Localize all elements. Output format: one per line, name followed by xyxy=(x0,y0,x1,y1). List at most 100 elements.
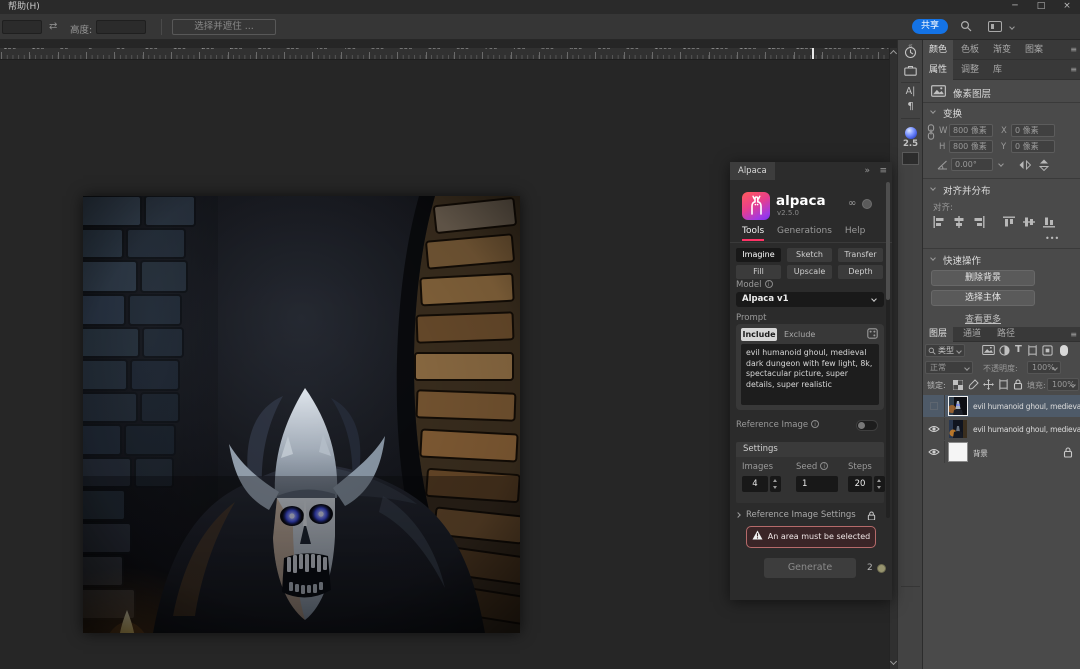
alpaca-plugin-icon[interactable]: 2.5 xyxy=(898,139,923,149)
layer-row-ghoul-1[interactable]: evil humanoid ghoul, medieval - 1 xyxy=(923,395,1080,417)
seed-input[interactable]: 1 xyxy=(796,476,838,492)
lock-position-icon[interactable] xyxy=(983,379,994,390)
filter-type-layers-icon[interactable]: T xyxy=(1015,344,1022,355)
include-tab[interactable]: Include xyxy=(741,328,777,341)
visibility-toggle[interactable] xyxy=(923,395,945,417)
tab-gradients[interactable]: 渐变 xyxy=(987,40,1017,60)
tab-swatches[interactable]: 色板 xyxy=(955,40,985,60)
tool-depth-button[interactable]: Depth xyxy=(838,265,883,279)
workspace-chevron-icon[interactable] xyxy=(1009,24,1015,30)
layer-filter-toggle[interactable] xyxy=(1060,345,1068,356)
account-avatar[interactable] xyxy=(862,199,872,209)
see-more-link[interactable]: 查看更多 xyxy=(931,312,1035,325)
transform-section-title[interactable]: 变换 xyxy=(943,106,962,120)
link-dimensions-icon[interactable] xyxy=(927,124,935,140)
workspace-icon[interactable] xyxy=(988,21,1002,32)
tool-fill-button[interactable]: Fill xyxy=(736,265,781,279)
lock-transparent-pixels-icon[interactable] xyxy=(953,380,963,390)
lock-artboard-icon[interactable] xyxy=(998,379,1009,390)
align-top-icon[interactable] xyxy=(1003,216,1015,228)
alpaca-scrollbar[interactable] xyxy=(886,182,890,518)
alpaca-panel-menu-icon[interactable]: ≡ xyxy=(879,166,887,176)
filter-shape-layers-icon[interactable] xyxy=(1027,345,1038,356)
images-count-input[interactable]: 4 xyxy=(742,476,768,492)
x-value-input[interactable]: 0 像素 xyxy=(1011,124,1055,137)
rotation-angle-input[interactable]: 0.00° xyxy=(951,158,993,171)
history-panel-icon[interactable] xyxy=(898,46,923,59)
tab-properties[interactable]: 属性 xyxy=(923,60,953,80)
lock-all-icon[interactable] xyxy=(1013,379,1023,390)
layer-row-ghoul-2[interactable]: evil humanoid ghoul, medieval - 1 xyxy=(923,418,1080,440)
generate-button[interactable]: Generate xyxy=(764,558,856,578)
quick-actions-collapse-icon[interactable] xyxy=(930,255,936,261)
align-more-icon[interactable]: ••• xyxy=(1045,234,1059,243)
nav-tab-help[interactable]: Help xyxy=(845,226,866,236)
align-center-vertical-icon[interactable] xyxy=(1023,216,1035,228)
scroll-up-icon[interactable] xyxy=(890,50,897,57)
model-info-icon[interactable]: i xyxy=(765,280,773,288)
angle-dropdown-icon[interactable] xyxy=(998,161,1004,167)
tool-transfer-button[interactable]: Transfer xyxy=(838,248,883,262)
align-center-horizontal-icon[interactable] xyxy=(953,216,965,228)
opacity-value-dropdown[interactable]: 100% xyxy=(1027,361,1061,374)
blend-mode-dropdown[interactable]: 正常 xyxy=(925,361,973,374)
height-value-input[interactable]: 800 像素 xyxy=(949,140,993,153)
tool-upscale-button[interactable]: Upscale xyxy=(787,265,832,279)
model-dropdown[interactable]: Alpaca v1 xyxy=(736,292,884,307)
transform-collapse-icon[interactable] xyxy=(930,108,936,114)
exclude-tab[interactable]: Exclude xyxy=(784,330,815,339)
tool-imagine-button[interactable]: Imagine xyxy=(736,248,781,262)
character-panel-icon[interactable]: A| xyxy=(898,86,923,97)
height-input[interactable] xyxy=(96,20,146,34)
steps-stepper[interactable] xyxy=(874,476,885,492)
settings-section-header[interactable]: Settings xyxy=(736,442,884,457)
layer-thumbnail[interactable] xyxy=(949,397,967,415)
swap-dimensions-icon[interactable]: ⇄ xyxy=(49,21,57,32)
scroll-down-icon[interactable] xyxy=(890,658,897,665)
menu-help[interactable]: 帮助(H) xyxy=(8,0,40,14)
minimize-button[interactable]: ─ xyxy=(1002,0,1028,14)
tab-libraries[interactable]: 库 xyxy=(987,60,1008,80)
reference-image-toggle[interactable] xyxy=(856,420,878,431)
search-icon[interactable] xyxy=(960,20,972,32)
align-bottom-icon[interactable] xyxy=(1043,216,1055,228)
layer-name[interactable]: evil humanoid ghoul, medieval - 1 xyxy=(973,402,1080,411)
dock-swatch[interactable] xyxy=(902,152,919,165)
maximize-button[interactable]: □ xyxy=(1028,0,1054,14)
tab-paths[interactable]: 路径 xyxy=(991,327,1021,342)
paragraph-panel-icon[interactable]: ¶ xyxy=(898,101,923,112)
tab-adjustments[interactable]: 调整 xyxy=(955,60,985,80)
flip-vertical-icon[interactable] xyxy=(1039,159,1049,171)
select-subject-button[interactable]: 选择主体 xyxy=(931,290,1035,306)
close-button[interactable]: × xyxy=(1054,0,1080,14)
visibility-toggle[interactable] xyxy=(923,418,945,440)
align-section-title[interactable]: 对齐并分布 xyxy=(943,183,991,197)
filter-adjustment-layers-icon[interactable] xyxy=(999,345,1010,356)
tab-patterns[interactable]: 图案 xyxy=(1019,40,1049,60)
random-prompt-dice-icon[interactable] xyxy=(867,328,878,339)
quick-actions-title[interactable]: 快速操作 xyxy=(943,253,981,267)
layer-name[interactable]: 背景 xyxy=(973,448,988,459)
panel-menu-icon[interactable]: ≡ xyxy=(1070,46,1077,54)
alpaca-collapse-icon[interactable]: » xyxy=(864,166,870,176)
canvas-artwork[interactable] xyxy=(83,196,520,633)
y-value-input[interactable]: 0 像素 xyxy=(1011,140,1055,153)
tab-color[interactable]: 颜色 xyxy=(923,40,953,60)
images-stepper[interactable] xyxy=(770,476,781,492)
layer-thumbnail[interactable] xyxy=(949,420,967,438)
share-button[interactable]: 共享 xyxy=(912,19,948,34)
select-and-mask-button[interactable]: 选择并遮住 ... xyxy=(172,19,276,35)
tab-layers[interactable]: 图层 xyxy=(923,327,953,342)
panel-menu-icon[interactable]: ≡ xyxy=(1070,66,1077,74)
filter-pixel-layers-icon[interactable] xyxy=(982,345,995,355)
tool-sketch-button[interactable]: Sketch xyxy=(787,248,832,262)
align-collapse-icon[interactable] xyxy=(930,185,936,191)
seed-info-icon[interactable]: i xyxy=(820,462,828,470)
horizontal-ruler[interactable]: 1501005005010015020025030035040045050055… xyxy=(0,48,889,60)
layer-name[interactable]: evil humanoid ghoul, medieval - 1 xyxy=(973,425,1080,434)
layer-row-background[interactable]: 背景 xyxy=(923,441,1080,463)
width-value-input[interactable]: 800 像素 xyxy=(949,124,993,137)
alpaca-panel-tab[interactable]: Alpaca xyxy=(730,162,775,180)
nav-tab-generations[interactable]: Generations xyxy=(777,226,832,236)
layers-panel-menu-icon[interactable]: ≡ xyxy=(1070,331,1077,339)
